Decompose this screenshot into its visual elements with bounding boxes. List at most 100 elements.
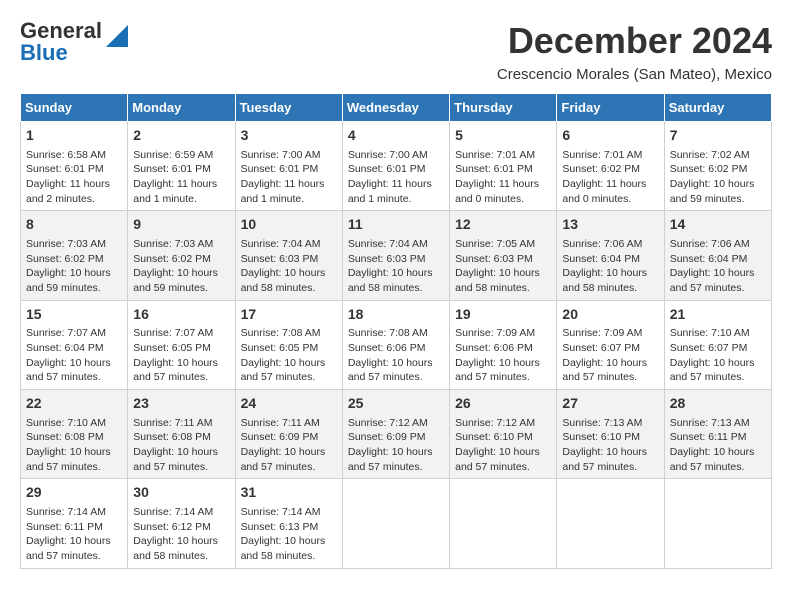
day-number: 22 [26,394,122,414]
table-cell [557,479,664,568]
day-number: 18 [348,305,444,325]
day-number: 20 [562,305,658,325]
day-info: Sunrise: 7:08 AMSunset: 6:06 PMDaylight:… [348,327,433,383]
day-info: Sunrise: 7:03 AMSunset: 6:02 PMDaylight:… [133,238,218,294]
day-info: Sunrise: 7:06 AMSunset: 6:04 PMDaylight:… [562,238,647,294]
col-sunday: Sunday [21,94,128,122]
day-number: 26 [455,394,551,414]
day-number: 1 [26,126,122,146]
day-number: 21 [670,305,766,325]
table-cell: 11 Sunrise: 7:04 AMSunset: 6:03 PMDaylig… [342,211,449,300]
logo-blue: Blue [20,40,68,65]
table-cell: 7 Sunrise: 7:02 AMSunset: 6:02 PMDayligh… [664,122,771,211]
day-info: Sunrise: 7:00 AMSunset: 6:01 PMDaylight:… [348,149,432,205]
day-info: Sunrise: 7:04 AMSunset: 6:03 PMDaylight:… [241,238,326,294]
day-info: Sunrise: 7:13 AMSunset: 6:11 PMDaylight:… [670,417,755,473]
day-number: 4 [348,126,444,146]
day-number: 12 [455,215,551,235]
day-number: 31 [241,483,337,503]
col-monday: Monday [128,94,235,122]
day-info: Sunrise: 7:02 AMSunset: 6:02 PMDaylight:… [670,149,755,205]
day-info: Sunrise: 7:09 AMSunset: 6:07 PMDaylight:… [562,327,647,383]
calendar-row: 8 Sunrise: 7:03 AMSunset: 6:02 PMDayligh… [21,211,772,300]
table-cell: 26 Sunrise: 7:12 AMSunset: 6:10 PMDaylig… [450,390,557,479]
table-cell: 29 Sunrise: 7:14 AMSunset: 6:11 PMDaylig… [21,479,128,568]
col-wednesday: Wednesday [342,94,449,122]
table-cell: 23 Sunrise: 7:11 AMSunset: 6:08 PMDaylig… [128,390,235,479]
day-number: 14 [670,215,766,235]
table-cell: 8 Sunrise: 7:03 AMSunset: 6:02 PMDayligh… [21,211,128,300]
table-cell: 2 Sunrise: 6:59 AMSunset: 6:01 PMDayligh… [128,122,235,211]
col-thursday: Thursday [450,94,557,122]
day-number: 2 [133,126,229,146]
table-cell: 10 Sunrise: 7:04 AMSunset: 6:03 PMDaylig… [235,211,342,300]
day-number: 30 [133,483,229,503]
table-cell: 16 Sunrise: 7:07 AMSunset: 6:05 PMDaylig… [128,300,235,389]
day-info: Sunrise: 7:07 AMSunset: 6:05 PMDaylight:… [133,327,218,383]
table-cell: 13 Sunrise: 7:06 AMSunset: 6:04 PMDaylig… [557,211,664,300]
day-number: 5 [455,126,551,146]
day-info: Sunrise: 7:08 AMSunset: 6:05 PMDaylight:… [241,327,326,383]
table-cell: 4 Sunrise: 7:00 AMSunset: 6:01 PMDayligh… [342,122,449,211]
day-info: Sunrise: 7:00 AMSunset: 6:01 PMDaylight:… [241,149,325,205]
calendar-row: 22 Sunrise: 7:10 AMSunset: 6:08 PMDaylig… [21,390,772,479]
table-cell [450,479,557,568]
calendar-table: Sunday Monday Tuesday Wednesday Thursday… [20,93,772,569]
table-cell: 25 Sunrise: 7:12 AMSunset: 6:09 PMDaylig… [342,390,449,479]
col-friday: Friday [557,94,664,122]
calendar-row: 1 Sunrise: 6:58 AMSunset: 6:01 PMDayligh… [21,122,772,211]
day-number: 10 [241,215,337,235]
day-info: Sunrise: 7:07 AMSunset: 6:04 PMDaylight:… [26,327,111,383]
day-info: Sunrise: 7:14 AMSunset: 6:13 PMDaylight:… [241,506,326,562]
table-cell: 28 Sunrise: 7:13 AMSunset: 6:11 PMDaylig… [664,390,771,479]
day-number: 3 [241,126,337,146]
day-number: 23 [133,394,229,414]
table-cell [664,479,771,568]
day-info: Sunrise: 7:03 AMSunset: 6:02 PMDaylight:… [26,238,111,294]
table-cell: 22 Sunrise: 7:10 AMSunset: 6:08 PMDaylig… [21,390,128,479]
title-section: December 2024 Crescencio Morales (San Ma… [497,20,772,83]
table-cell: 30 Sunrise: 7:14 AMSunset: 6:12 PMDaylig… [128,479,235,568]
day-number: 15 [26,305,122,325]
table-cell: 19 Sunrise: 7:09 AMSunset: 6:06 PMDaylig… [450,300,557,389]
table-cell: 9 Sunrise: 7:03 AMSunset: 6:02 PMDayligh… [128,211,235,300]
table-cell: 21 Sunrise: 7:10 AMSunset: 6:07 PMDaylig… [664,300,771,389]
month-title: December 2024 [497,20,772,62]
table-cell: 18 Sunrise: 7:08 AMSunset: 6:06 PMDaylig… [342,300,449,389]
day-number: 13 [562,215,658,235]
calendar-header-row: Sunday Monday Tuesday Wednesday Thursday… [21,94,772,122]
table-cell: 27 Sunrise: 7:13 AMSunset: 6:10 PMDaylig… [557,390,664,479]
day-info: Sunrise: 7:06 AMSunset: 6:04 PMDaylight:… [670,238,755,294]
day-number: 19 [455,305,551,325]
day-info: Sunrise: 7:11 AMSunset: 6:08 PMDaylight:… [133,417,218,473]
day-number: 17 [241,305,337,325]
day-number: 11 [348,215,444,235]
day-number: 25 [348,394,444,414]
table-cell: 15 Sunrise: 7:07 AMSunset: 6:04 PMDaylig… [21,300,128,389]
location-title: Crescencio Morales (San Mateo), Mexico [497,66,772,83]
day-number: 16 [133,305,229,325]
logo-arrow-icon [106,25,128,47]
day-info: Sunrise: 7:10 AMSunset: 6:07 PMDaylight:… [670,327,755,383]
table-cell: 20 Sunrise: 7:09 AMSunset: 6:07 PMDaylig… [557,300,664,389]
day-info: Sunrise: 6:59 AMSunset: 6:01 PMDaylight:… [133,149,217,205]
calendar-row: 15 Sunrise: 7:07 AMSunset: 6:04 PMDaylig… [21,300,772,389]
day-number: 24 [241,394,337,414]
day-number: 27 [562,394,658,414]
table-cell: 14 Sunrise: 7:06 AMSunset: 6:04 PMDaylig… [664,211,771,300]
logo: General Blue [20,20,128,64]
day-info: Sunrise: 7:12 AMSunset: 6:09 PMDaylight:… [348,417,433,473]
day-number: 28 [670,394,766,414]
logo-text: General Blue [20,20,102,64]
day-info: Sunrise: 7:04 AMSunset: 6:03 PMDaylight:… [348,238,433,294]
day-info: Sunrise: 7:14 AMSunset: 6:12 PMDaylight:… [133,506,218,562]
table-cell: 24 Sunrise: 7:11 AMSunset: 6:09 PMDaylig… [235,390,342,479]
day-number: 7 [670,126,766,146]
table-cell: 5 Sunrise: 7:01 AMSunset: 6:01 PMDayligh… [450,122,557,211]
day-info: Sunrise: 7:01 AMSunset: 6:01 PMDaylight:… [455,149,539,205]
day-info: Sunrise: 7:05 AMSunset: 6:03 PMDaylight:… [455,238,540,294]
day-info: Sunrise: 6:58 AMSunset: 6:01 PMDaylight:… [26,149,110,205]
day-number: 9 [133,215,229,235]
table-cell: 31 Sunrise: 7:14 AMSunset: 6:13 PMDaylig… [235,479,342,568]
day-info: Sunrise: 7:09 AMSunset: 6:06 PMDaylight:… [455,327,540,383]
